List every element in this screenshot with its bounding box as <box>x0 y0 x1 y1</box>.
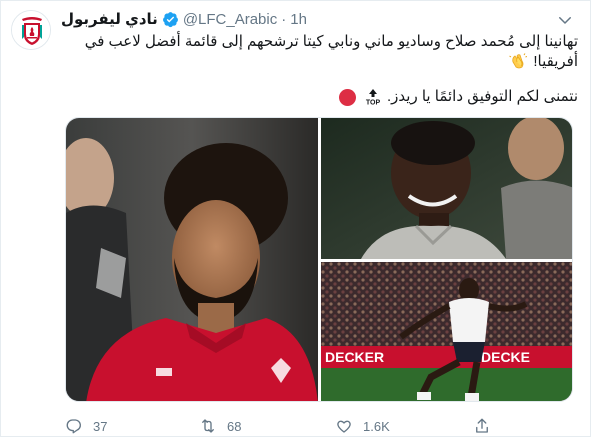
red-circle-icon <box>338 88 356 106</box>
like-count: 1.6K <box>363 418 390 434</box>
lfc-crest-icon <box>12 11 50 49</box>
retweet-count: 68 <box>227 418 242 434</box>
svg-text:DECKE: DECKE <box>481 349 530 365</box>
display-name[interactable]: نادي ليفربول <box>61 10 158 28</box>
retweet-button[interactable]: 68 <box>199 417 241 435</box>
share-button[interactable] <box>473 417 501 435</box>
heart-icon <box>335 417 353 435</box>
photo-keita[interactable] <box>321 118 572 259</box>
clapping-hands-icon <box>509 53 528 69</box>
tweet-text-line-2: أفريقيا! <box>65 52 578 72</box>
timestamp[interactable]: 1h <box>290 11 307 28</box>
tweet-text-line-2-text: أفريقيا! <box>533 53 578 70</box>
separator-dot: · <box>281 10 287 28</box>
tweet-text-line-3-text: نتمنى لكم التوفيق دائمًا يا ريدز. <box>386 88 578 105</box>
tweet-actions: 37 68 1.6K <box>65 417 505 437</box>
user-handle[interactable]: @LFC_Arabic <box>183 11 277 28</box>
reply-icon <box>65 417 83 435</box>
tweet-text-line-3: نتمنى لكم التوفيق دائمًا يا ريدز. TOP <box>338 87 578 107</box>
photo-salah[interactable] <box>66 118 318 401</box>
photo-mane[interactable]: DECKER DECKE <box>321 262 572 401</box>
svg-text:TOP: TOP <box>366 100 381 106</box>
like-button[interactable]: 1.6K <box>335 417 390 435</box>
reply-count: 37 <box>93 418 108 434</box>
tweet-card[interactable]: نادي ليفربول @LFC_Arabic · 1h تهانينا إل… <box>0 0 591 437</box>
chevron-down-icon[interactable] <box>556 11 574 29</box>
top-arrow-icon: TOP <box>363 89 383 105</box>
share-icon <box>473 417 491 435</box>
reply-button[interactable]: 37 <box>65 417 107 435</box>
svg-text:DECKER: DECKER <box>325 349 384 365</box>
media-grid: DECKER DECKE <box>65 117 573 402</box>
avatar[interactable] <box>11 10 51 50</box>
tweet-header: نادي ليفربول @LFC_Arabic · 1h <box>61 10 307 29</box>
tweet-text-line-1: تهانينا إلى مُحمد صلاح وساديو ماني ونابي… <box>84 33 578 50</box>
tweet-text: تهانينا إلى مُحمد صلاح وساديو ماني ونابي… <box>65 32 578 72</box>
verified-badge-icon <box>162 11 179 28</box>
retweet-icon <box>199 417 217 435</box>
